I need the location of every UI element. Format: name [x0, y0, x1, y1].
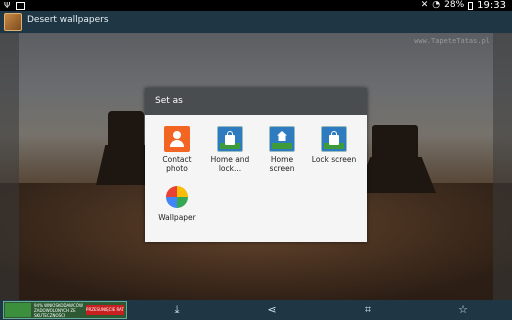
home-lock-screen-icon — [217, 126, 243, 152]
option-wallpaper[interactable]: Wallpaper — [153, 184, 201, 222]
app-bar: Desert wallpapers — [0, 11, 512, 33]
option-label: Contact photo — [162, 155, 192, 173]
option-contact-photo[interactable]: Contact photo — [153, 126, 201, 173]
watermark: www.TapeteTatas.pl — [414, 37, 490, 45]
option-label: Home screen — [269, 155, 295, 173]
wallpaper-pinwheel-icon — [164, 184, 190, 210]
battery-icon — [468, 1, 474, 10]
dialog-options: Contact photo Home and lock... Home scre… — [145, 115, 367, 242]
mute-icon: ✕ — [420, 0, 429, 10]
left-edge-shade — [0, 33, 19, 300]
dialog-title: Set as — [145, 88, 367, 115]
butte-right-base — [356, 157, 436, 193]
crop-icon[interactable]: ⌗ — [362, 304, 374, 316]
status-bar: Ψ ✕ ◔ 28% 19:33 — [0, 0, 512, 11]
ad-logo — [5, 303, 31, 317]
ad-cta-button[interactable]: PRZESUNIĘCIE RAT — [86, 305, 124, 315]
option-label: Home and lock... — [210, 155, 250, 173]
option-home-and-lock[interactable]: Home and lock... — [206, 126, 254, 173]
ad-text: 94% WNIOSKODAWCÓW ZADOWOLONYCH ZE SKUTEC… — [34, 303, 83, 318]
lock-screen-icon — [321, 126, 347, 152]
option-label: Wallpaper — [158, 213, 196, 222]
app-title: Desert wallpapers — [27, 15, 109, 25]
contact-icon — [164, 126, 190, 152]
battery-text: 28% — [444, 0, 465, 10]
set-as-dialog: Set as Contact photo Home and lock... Ho… — [145, 88, 367, 242]
option-lock-screen[interactable]: Lock screen — [310, 126, 358, 164]
option-label: Lock screen — [311, 155, 357, 164]
share-icon[interactable]: ⋖ — [266, 304, 278, 316]
image-notification-icon — [16, 2, 25, 10]
home-screen-icon — [269, 126, 295, 152]
usb-icon: Ψ — [4, 1, 11, 10]
app-icon[interactable] — [4, 13, 22, 31]
clock: 19:33 — [477, 0, 506, 11]
download-icon[interactable]: ⤓ — [171, 304, 183, 316]
ad-banner[interactable]: 94% WNIOSKODAWCÓW ZADOWOLONYCH ZE SKUTEC… — [3, 301, 127, 319]
right-edge-shade — [493, 33, 512, 300]
star-icon[interactable]: ☆ — [457, 304, 469, 316]
bottom-action-bar: 94% WNIOSKODAWCÓW ZADOWOLONYCH ZE SKUTEC… — [0, 300, 512, 320]
wifi-icon: ◔ — [432, 0, 441, 10]
option-home-screen[interactable]: Home screen — [258, 126, 306, 173]
